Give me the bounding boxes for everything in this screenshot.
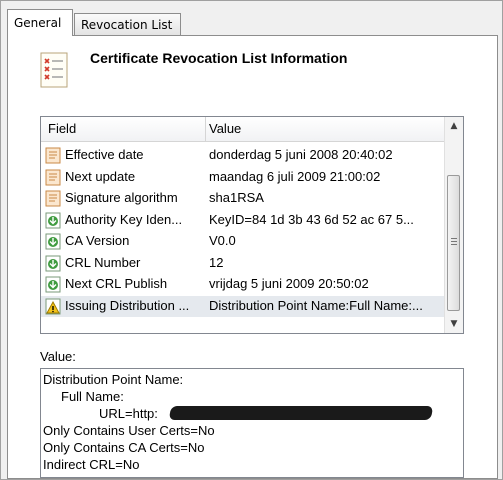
- column-header-value[interactable]: Value: [209, 121, 241, 136]
- page-title: Certificate Revocation List Information: [90, 50, 348, 66]
- value-line: Full Name:: [61, 389, 124, 404]
- field-name: CRL Number: [65, 254, 141, 270]
- field-name: Effective date: [65, 147, 144, 162]
- scroll-down-arrow-icon[interactable]: ▼: [445, 315, 463, 333]
- field-name: CA Version: [65, 233, 130, 248]
- field-document-icon: [45, 169, 61, 185]
- extension-download-icon: [45, 233, 61, 250]
- field-document-icon: [45, 147, 61, 164]
- extension-download-icon: [45, 276, 61, 293]
- extension-download-icon: [45, 255, 61, 271]
- value-line: Only Contains CA Certs=No: [43, 440, 205, 455]
- field-name: Next CRL Publish: [65, 276, 168, 291]
- field-value: Distribution Point Name:Full Name:...: [209, 297, 423, 313]
- list-rows: Effective date donderdag 5 juni 2008 20:…: [41, 145, 445, 317]
- value-line: Only Contains User Certs=No: [43, 423, 215, 438]
- certificate-list-icon: [40, 52, 68, 88]
- field-value: V0.0: [209, 233, 236, 248]
- list-row-issuing-distribution-point[interactable]: Issuing Distribution ... Distribution Po…: [41, 295, 445, 317]
- column-header-field[interactable]: Field: [48, 121, 76, 136]
- field-value: donderdag 5 juni 2008 20:40:02: [209, 147, 393, 162]
- list-row-ca-version[interactable]: CA Version V0.0: [41, 231, 445, 253]
- field-value: maandag 6 juli 2009 21:00:02: [209, 168, 381, 184]
- list-row-crl-number[interactable]: CRL Number 12: [41, 253, 445, 275]
- value-label: Value:: [40, 349, 76, 364]
- column-separator[interactable]: [205, 117, 206, 141]
- field-value: vrijdag 5 juni 2009 20:50:02: [209, 276, 369, 291]
- critical-extension-warning-icon: [45, 298, 61, 314]
- field-document-icon: [45, 190, 61, 207]
- field-name: Next update: [65, 168, 136, 184]
- field-value: sha1RSA: [209, 190, 264, 205]
- field-value: 12: [209, 254, 224, 270]
- list-scrollbar[interactable]: ▲ ▼: [444, 117, 463, 333]
- list-row-next-update[interactable]: Next update maandag 6 juli 2009 21:00:02: [41, 167, 445, 189]
- extension-download-icon: [45, 212, 61, 228]
- list-row-authority-key-identifier[interactable]: Authority Key Iden... KeyID=84 1d 3b 43 …: [41, 210, 445, 232]
- value-line: URL=http:: [99, 406, 158, 421]
- value-line: Distribution Point Name:: [43, 372, 184, 387]
- field-list[interactable]: Field Value Effective date donderdag 5 j…: [40, 116, 464, 334]
- field-value: KeyID=84 1d 3b 43 6d 52 ac 67 5...: [209, 211, 414, 227]
- tab-general[interactable]: General: [7, 9, 73, 36]
- scroll-up-arrow-icon[interactable]: ▲: [445, 117, 463, 135]
- list-row-effective-date[interactable]: Effective date donderdag 5 juni 2008 20:…: [41, 145, 445, 167]
- list-row-next-crl-publish[interactable]: Next CRL Publish vrijdag 5 juni 2009 20:…: [41, 274, 445, 296]
- field-name: Authority Key Iden...: [65, 211, 183, 227]
- tab-revocation-list[interactable]: Revocation List: [74, 13, 181, 35]
- scrollbar-thumb[interactable]: [447, 175, 460, 311]
- redacted-url-scribble: [168, 406, 434, 420]
- field-name: Issuing Distribution ...: [65, 297, 190, 313]
- list-header: Field Value: [41, 117, 445, 142]
- value-line: Indirect CRL=No: [43, 457, 140, 472]
- list-row-signature-algorithm[interactable]: Signature algorithm sha1RSA: [41, 188, 445, 210]
- field-name: Signature algorithm: [65, 190, 178, 205]
- value-textbox[interactable]: Distribution Point Name: Full Name: URL=…: [40, 368, 464, 478]
